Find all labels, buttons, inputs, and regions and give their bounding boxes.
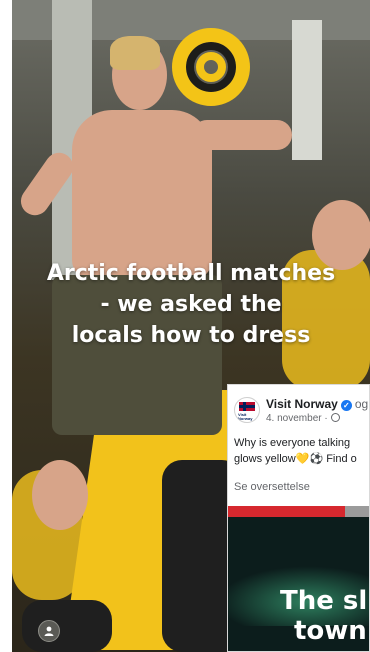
thumbnail-top-bar [345,506,369,517]
fan-arm [192,120,292,150]
page-name-line: Visit Norway ✓ og [266,397,368,411]
fan-dark-coat [22,600,112,652]
person-icon [44,626,54,636]
fan-torso [72,110,212,280]
page-avatar[interactable]: Visit Norway [234,397,260,423]
norway-flag-icon [239,402,255,411]
page-name[interactable]: Visit Norway [266,397,338,411]
post-text-line: glows yellow💛⚽ Find o [234,453,357,465]
facebook-post-card[interactable]: Visit Norway Visit Norway ✓ og 4. november… [227,384,370,652]
thumbnail-title-line: The sl [280,586,368,616]
post-media-thumbnail[interactable]: The sl town [228,506,369,651]
thumbnail-top-bar [228,506,345,517]
stadium-pillar [292,20,322,160]
thumbnail-title-line: town [294,616,367,646]
headline-line: locals how to dress [71,323,311,348]
fan-hair [110,36,160,70]
club-logo-core [196,52,226,82]
post-date-line: 4. november · [266,413,340,424]
headline-line: Arctic football matches [46,261,336,286]
verified-badge-icon: ✓ [340,400,352,411]
post-date[interactable]: 4. november · [266,413,328,424]
fan-head [32,460,88,530]
post-header: Visit Norway Visit Norway ✓ og 4. november… [234,395,369,425]
profile-button[interactable] [38,620,60,642]
see-translation-link[interactable]: Se oversettelse [234,481,310,493]
follow-text[interactable]: og [355,397,368,411]
post-text-line: Why is everyone talking [234,437,351,449]
globe-icon [330,413,340,422]
headline-line: - we asked the [100,292,282,317]
post-body: Why is everyone talking glows yellow💛⚽ F… [234,435,369,467]
avatar-label: Visit Norway [238,412,253,421]
thumbnail-title: The sl town [280,586,367,646]
video-headline: Arctic football matches - we asked the l… [12,258,370,351]
